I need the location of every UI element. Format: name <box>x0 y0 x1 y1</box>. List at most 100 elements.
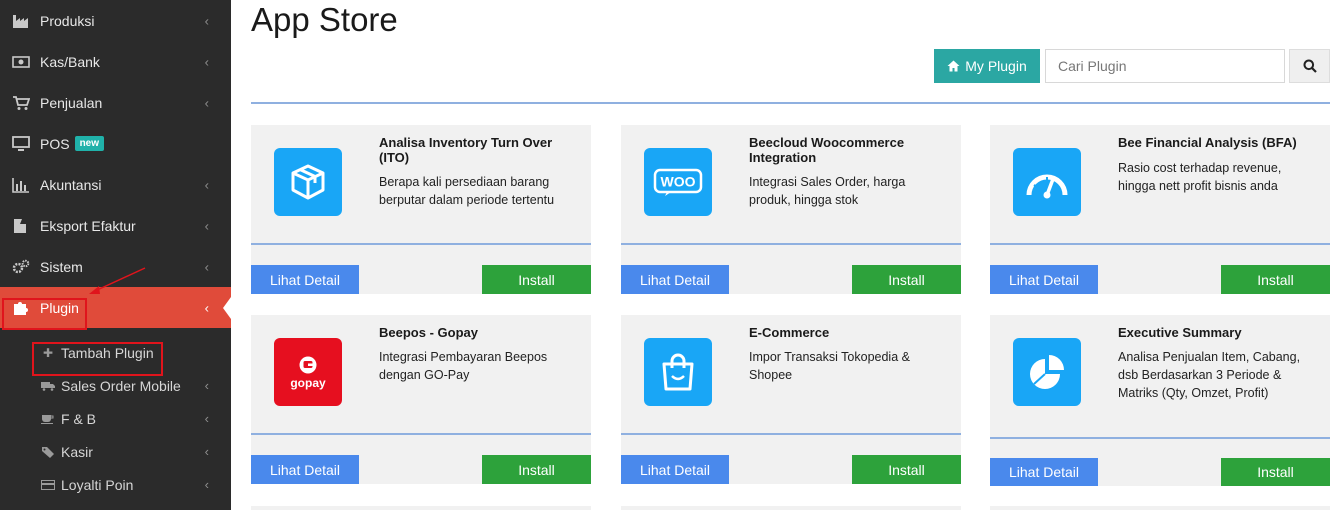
chevron-left-icon: ‹ <box>204 54 209 69</box>
chevron-left-icon: ‹ <box>204 300 209 315</box>
export-icon <box>12 218 30 234</box>
sidebar-subitem-loyalti-poin[interactable]: Loyalti Poin ‹ <box>0 468 231 501</box>
gopay-icon: gopay <box>274 338 342 406</box>
active-indicator <box>223 296 231 319</box>
svg-text:gopay: gopay <box>290 376 326 390</box>
sidebar-item-produksi[interactable]: Produksi ‹ <box>0 0 231 41</box>
chevron-left-icon: ‹ <box>204 477 209 492</box>
sidebar-subitem-label: Loyalti Poin <box>61 476 134 493</box>
coffee-icon <box>40 414 56 424</box>
my-plugin-button[interactable]: My Plugin <box>934 49 1040 83</box>
install-button[interactable]: Install <box>1221 458 1330 486</box>
sidebar-item-label: Penjualan <box>40 94 103 111</box>
chevron-left-icon: ‹ <box>204 411 209 426</box>
install-button[interactable]: Install <box>482 265 591 294</box>
chevron-left-icon: ‹ <box>204 444 209 459</box>
cart-icon <box>12 95 30 111</box>
chevron-left-icon: ‹ <box>204 218 209 233</box>
plugin-description: Berapa kali persediaan barang berputar d… <box>379 175 555 207</box>
sidebar-item-label: Kas/Bank <box>40 53 100 70</box>
sidebar-subitem-label: F & B <box>61 410 97 427</box>
plugin-card-partial <box>990 506 1330 510</box>
plugin-description: Rasio cost terhadap revenue, hingga nett… <box>1118 161 1282 193</box>
plugin-title: Executive Summary <box>1118 325 1242 340</box>
sidebar-subitem-kasir[interactable]: Kasir ‹ <box>0 435 231 468</box>
lihat-detail-button[interactable]: Lihat Detail <box>621 265 729 294</box>
sidebar-subitem-label: Kasir <box>61 443 93 460</box>
plugin-title: Analisa Inventory Turn Over (ITO) <box>379 135 553 165</box>
plugin-title: E-Commerce <box>749 325 830 340</box>
credit-card-icon <box>40 479 56 490</box>
header-divider <box>251 102 1330 104</box>
sidebar-item-label: Sistem <box>40 258 83 275</box>
sidebar-item-label: Eksport Efaktur <box>40 217 136 234</box>
annotation-arrow-icon <box>89 267 146 294</box>
truck-icon <box>40 381 56 391</box>
pie-chart-icon <box>1013 338 1081 406</box>
chevron-left-icon: ‹ <box>204 177 209 192</box>
money-icon <box>12 54 30 70</box>
sidebar-item-eksport-efaktur[interactable]: Eksport Efaktur ‹ <box>0 205 231 246</box>
search-button[interactable] <box>1289 49 1330 83</box>
shopping-bag-icon <box>644 338 712 406</box>
plugin-card: WOO Beecloud Woocommerce Integration Int… <box>621 125 961 294</box>
page-title: App Store <box>251 1 398 38</box>
lihat-detail-button[interactable]: Lihat Detail <box>990 458 1098 486</box>
svg-text:WOO: WOO <box>661 174 696 190</box>
card-divider <box>621 243 961 245</box>
card-divider <box>990 437 1330 439</box>
sidebar-item-label: Akuntansi <box>40 176 102 193</box>
lihat-detail-button[interactable]: Lihat Detail <box>621 455 729 484</box>
my-plugin-label: My Plugin <box>965 58 1027 74</box>
factory-icon <box>12 13 30 29</box>
card-divider <box>251 433 591 435</box>
card-divider <box>621 433 961 435</box>
plugin-card: Analisa Inventory Turn Over (ITO) Berapa… <box>251 125 591 294</box>
search-icon <box>1303 59 1317 73</box>
sidebar: Produksi ‹ Kas/Bank ‹ Penjualan ‹ POS ne… <box>0 0 231 510</box>
card-divider <box>251 243 591 245</box>
install-button[interactable]: Install <box>1221 265 1330 294</box>
plugin-card: Executive Summary Analisa Penjualan Item… <box>990 315 1330 486</box>
gears-icon <box>12 259 30 275</box>
plugin-description: Impor Transaksi Tokopedia & Shopee <box>749 350 910 382</box>
plugin-description: Integrasi Sales Order, harga produk, hin… <box>749 175 906 207</box>
card-divider <box>990 243 1330 245</box>
plugin-card-partial <box>251 506 591 510</box>
sidebar-item-label: Produksi <box>40 12 95 29</box>
sidebar-item-label: POS <box>40 135 70 152</box>
install-button[interactable]: Install <box>852 265 961 294</box>
woo-icon: WOO <box>644 148 712 216</box>
chevron-left-icon: ‹ <box>204 13 209 28</box>
bar-chart-icon <box>12 177 30 193</box>
new-badge: new <box>74 136 105 151</box>
sidebar-item-penjualan[interactable]: Penjualan ‹ <box>0 82 231 123</box>
highlight-box-plugin <box>2 298 87 330</box>
monitor-icon <box>12 135 30 152</box>
install-button[interactable]: Install <box>482 455 591 484</box>
plugin-card: E-Commerce Impor Transaksi Tokopedia & S… <box>621 315 961 484</box>
plugin-card: Bee Financial Analysis (BFA) Rasio cost … <box>990 125 1330 294</box>
plugin-description: Analisa Penjualan Item, Cabang, dsb Berd… <box>1118 350 1301 400</box>
lihat-detail-button[interactable]: Lihat Detail <box>251 265 359 294</box>
chevron-left-icon: ‹ <box>204 378 209 393</box>
sidebar-item-pos[interactable]: POS new <box>0 123 231 164</box>
box-icon <box>274 148 342 216</box>
sidebar-item-akuntansi[interactable]: Akuntansi ‹ <box>0 164 231 205</box>
sidebar-subitem-f-b[interactable]: F & B ‹ <box>0 402 231 435</box>
search-input[interactable] <box>1045 49 1285 83</box>
lihat-detail-button[interactable]: Lihat Detail <box>251 455 359 484</box>
plugin-card: gopay Beepos - Gopay Integrasi Pembayara… <box>251 315 591 484</box>
home-icon <box>947 60 960 72</box>
lihat-detail-button[interactable]: Lihat Detail <box>990 265 1098 294</box>
main-content: App Store My Plugin Analisa Inventory Tu… <box>231 0 1336 510</box>
plugin-title: Bee Financial Analysis (BFA) <box>1118 135 1297 150</box>
sidebar-item-kas-bank[interactable]: Kas/Bank ‹ <box>0 41 231 82</box>
gauge-icon <box>1013 148 1081 216</box>
install-button[interactable]: Install <box>852 455 961 484</box>
highlight-box-tambah-plugin <box>32 342 163 376</box>
chevron-left-icon: ‹ <box>204 259 209 274</box>
plugin-description: Integrasi Pembayaran Beepos dengan GO-Pa… <box>379 350 548 382</box>
tags-icon <box>40 446 56 458</box>
plugin-title: Beepos - Gopay <box>379 325 478 340</box>
